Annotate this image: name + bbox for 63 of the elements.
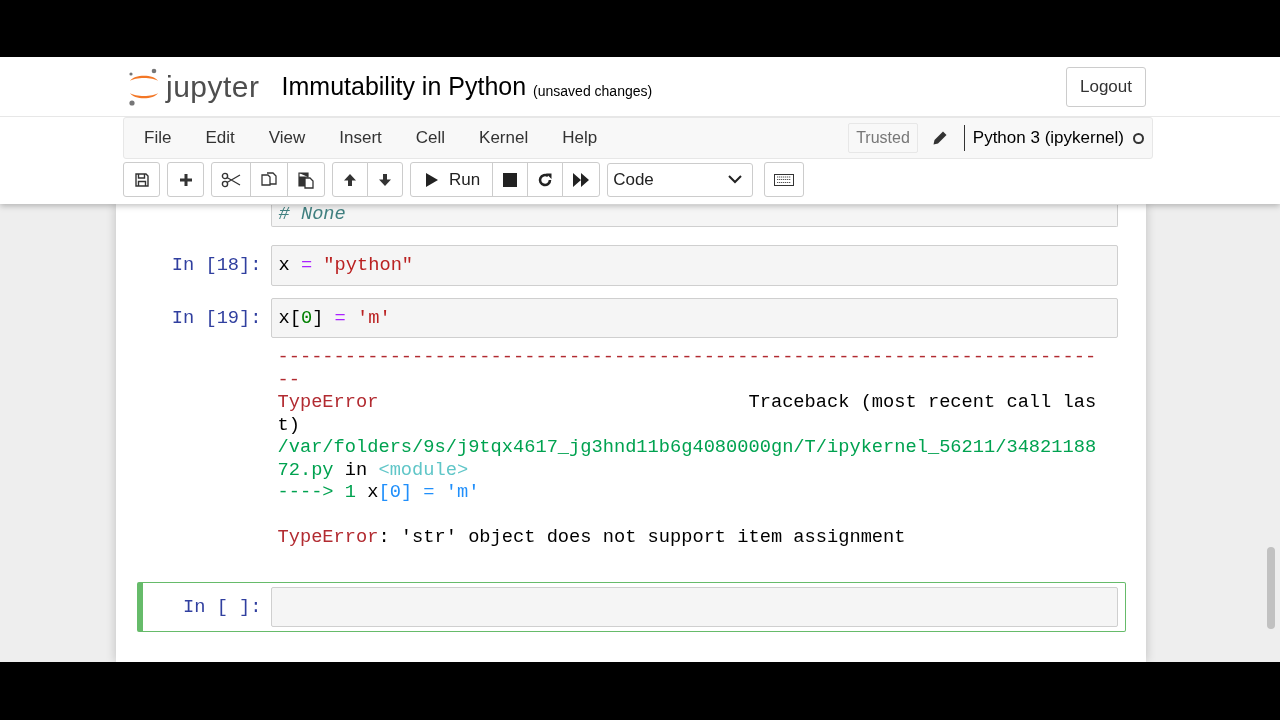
down-arrow-icon bbox=[377, 171, 393, 188]
code-line: # None bbox=[278, 205, 347, 223]
notebook-cell[interactable]: In [18]: x = "python" bbox=[136, 240, 1126, 291]
code-input[interactable] bbox=[270, 586, 1118, 627]
code-input[interactable]: x[0] = 'm' bbox=[270, 297, 1118, 338]
trusted-indicator[interactable]: Trusted bbox=[848, 123, 918, 153]
cell-type-dropdown[interactable]: Code bbox=[607, 162, 754, 197]
move-down-button[interactable] bbox=[367, 162, 403, 197]
menu-item[interactable]: Edit bbox=[193, 128, 251, 148]
paste-button[interactable] bbox=[287, 162, 325, 197]
code-line: x = "python" bbox=[278, 254, 415, 277]
stop-icon bbox=[503, 172, 518, 187]
menu-item[interactable]: Help bbox=[550, 128, 614, 148]
jupyter-logo[interactable]: jupyter bbox=[128, 67, 260, 106]
output-line: TypeError Traceback (most recent call las bbox=[277, 391, 1098, 414]
menu-item[interactable]: Insert bbox=[327, 128, 398, 148]
keyboard-button[interactable] bbox=[764, 162, 805, 197]
fast-forward-icon bbox=[572, 171, 591, 188]
menu-item[interactable]: Kernel bbox=[467, 128, 545, 148]
play-icon bbox=[425, 171, 439, 188]
restart-button[interactable] bbox=[527, 162, 564, 197]
run-button[interactable]: Run bbox=[410, 162, 494, 197]
cell-prompt: In [19]: bbox=[170, 305, 263, 331]
output-line: TypeError: 'str' object does not support item assignment bbox=[277, 526, 907, 549]
add-cell-button[interactable] bbox=[167, 162, 204, 197]
notebook-title[interactable]: Immutability in Python bbox=[281, 72, 527, 101]
notebook-cell[interactable]: # None bbox=[136, 204, 1126, 232]
chevron-down-icon bbox=[728, 175, 743, 184]
run-all-button[interactable] bbox=[562, 162, 601, 197]
plus-icon bbox=[177, 171, 194, 188]
keyboard-icon bbox=[774, 173, 795, 186]
menu-item[interactable]: View bbox=[256, 128, 322, 148]
pencil-icon[interactable] bbox=[931, 130, 948, 146]
stop-button[interactable] bbox=[492, 162, 529, 197]
cell-prompt: In [ ]: bbox=[182, 594, 263, 620]
copy-icon bbox=[260, 170, 278, 189]
output-line: ------------------------------------------------------------------------- bbox=[277, 346, 1098, 369]
code-input[interactable]: x = "python" bbox=[270, 245, 1118, 286]
save-status: (unsaved changes) bbox=[533, 82, 653, 99]
selected-cell[interactable]: In [ ]: bbox=[136, 581, 1126, 632]
code-line: x[0] = 'm' bbox=[278, 306, 392, 329]
menu-item[interactable]: File bbox=[132, 128, 188, 148]
save-button[interactable] bbox=[123, 162, 160, 197]
move-up-button[interactable] bbox=[332, 162, 368, 197]
menu-item[interactable]: Cell bbox=[403, 128, 462, 148]
kernel-name[interactable]: Python 3 (ipykernel) bbox=[972, 128, 1124, 148]
output-line: -- bbox=[277, 368, 301, 391]
code-input[interactable]: # None bbox=[270, 205, 1118, 227]
logo-text: jupyter bbox=[166, 69, 260, 104]
cell-prompt: In [18]: bbox=[170, 253, 263, 278]
output-line: ----> 1 x[0] = 'm' bbox=[277, 481, 481, 504]
jupyter-logo-icon bbox=[128, 67, 160, 106]
output-line: 72.py in <module> bbox=[277, 458, 470, 481]
paste-icon bbox=[297, 170, 315, 189]
cut-button[interactable] bbox=[211, 162, 251, 197]
scrollbar-thumb[interactable] bbox=[1267, 547, 1275, 629]
output-line: t) bbox=[277, 413, 301, 436]
logout-button[interactable]: Logout bbox=[1066, 66, 1146, 107]
copy-button[interactable] bbox=[250, 162, 288, 197]
output-line: /var/folders/9s/j9tqx4617_jg3hnd11b6g4080000gn/T/ipykernel_56211/34821188 bbox=[277, 436, 1098, 459]
scissors-icon bbox=[221, 171, 241, 188]
restart-icon bbox=[537, 171, 554, 188]
save-icon bbox=[133, 171, 150, 188]
